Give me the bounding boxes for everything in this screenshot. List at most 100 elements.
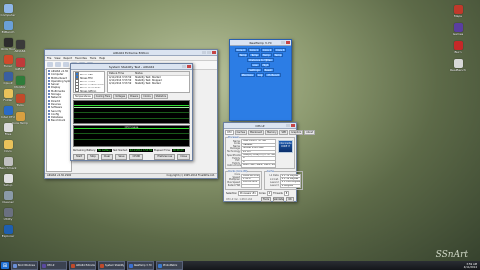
- cpuz-tab[interactable]: Memory: [265, 130, 279, 135]
- menu-item[interactable]: View: [54, 57, 60, 60]
- taskbar-item[interactable]: System Stability T: [98, 261, 125, 270]
- desktop-icon[interactable]: Cleaner: [0, 191, 16, 204]
- cpuz-tab[interactable]: CPU: [225, 130, 234, 135]
- menu-item[interactable]: Favorites: [75, 57, 87, 60]
- desktop-icon[interactable]: RealBench: [450, 59, 466, 72]
- stability-titlebar[interactable]: System Stability Test - AIDA64: [71, 64, 192, 70]
- app-icon: [15, 76, 25, 85]
- realtemp-cell[interactable]: Distance to TJMax: [247, 58, 274, 62]
- aida64-titlebar[interactable]: AIDA64 Extreme Edition: [45, 50, 217, 56]
- desktop-icon[interactable]: Burn: [450, 41, 466, 54]
- cpuz-version: CPU-Z Ver. 1.68.0.x64: [226, 197, 253, 201]
- stability-tab[interactable]: Clocks: [141, 94, 153, 99]
- taskbar-item[interactable]: Boot Windows: [11, 261, 38, 270]
- realtemp-cell[interactable]: Core 2: [261, 48, 274, 52]
- menu-item[interactable]: File: [47, 57, 51, 60]
- taskbar-item[interactable]: RealTemp 3.70: [127, 261, 154, 270]
- checkbox[interactable]: [75, 88, 79, 92]
- realtemp-cell[interactable]: Core 1: [247, 48, 260, 52]
- taskbar-item[interactable]: PhotoMatrix: [156, 261, 183, 270]
- stability-tab[interactable]: Statistics: [153, 94, 169, 99]
- stability-tab[interactable]: Voltages: [113, 94, 128, 99]
- menu-item[interactable]: Report: [64, 57, 73, 60]
- up-icon[interactable]: [63, 62, 69, 67]
- realtemp-close-button[interactable]: [286, 41, 290, 44]
- realtemp-minimize-button[interactable]: [281, 41, 285, 44]
- realtemp-cell[interactable]: Reset: [262, 68, 274, 72]
- cpuz-validate-button[interactable]: Validate: [273, 196, 284, 202]
- realtemp-row: Temp Temp Temp Temp: [232, 53, 289, 57]
- realtemp-cell[interactable]: Minimize: [239, 73, 255, 77]
- realtemp-cell[interactable]: Core 0: [234, 48, 247, 52]
- cpuz-tab[interactable]: Graphics: [289, 130, 304, 135]
- desktop-icon[interactable]: GPU-Z: [12, 58, 28, 71]
- cpuz-close-button[interactable]: [291, 124, 295, 127]
- taskbar-tasks: Boot Windows CPU-Z AIDA64 Extreme System St…: [11, 261, 183, 270]
- cpuz-ok-button[interactable]: OK: [286, 196, 294, 202]
- desktop-icon[interactable]: Setup: [0, 174, 16, 187]
- desktop-icon[interactable]: Docs: [0, 140, 16, 153]
- cpuz-minimize-button[interactable]: [286, 124, 290, 127]
- stress-option[interactable]: Stress GPU(s): [74, 88, 104, 92]
- selection-dropdown[interactable]: Processor #1: [238, 190, 258, 196]
- minimize-button[interactable]: [202, 51, 206, 54]
- system-tray-clock[interactable]: 3:59 AM 4/11/2014: [464, 263, 480, 269]
- realtemp-cell[interactable]: Core 3: [274, 48, 287, 52]
- start-button[interactable]: ⊞: [1, 262, 9, 269]
- stability-button[interactable]: Preferences: [154, 154, 176, 160]
- back-icon[interactable]: [47, 62, 53, 67]
- cpuz-tab[interactable]: Mainboard: [248, 130, 265, 135]
- desktop-icon[interactable]: Games: [450, 23, 466, 36]
- realtemp-row: Minimize Log XS Bench: [232, 73, 289, 77]
- cpuz-field-label: Rated FSB: [227, 184, 240, 188]
- stability-button[interactable]: Clear: [100, 154, 114, 160]
- menu-item[interactable]: Help: [99, 57, 105, 60]
- stability-buttons: Start Stop Clear Save CPUID Preferences Close: [71, 153, 192, 161]
- forward-icon[interactable]: [55, 62, 61, 67]
- taskbar-item[interactable]: CPU-Z: [40, 261, 67, 270]
- cpuz-tools-button[interactable]: Tools: [261, 196, 271, 202]
- taskbar-item[interactable]: AIDA64 Extreme: [69, 261, 96, 270]
- stability-button[interactable]: CPUID: [129, 154, 144, 160]
- stability-button[interactable]: Close: [177, 154, 190, 160]
- cpuz-titlebar[interactable]: CPU-Z: [224, 123, 296, 129]
- cpuz-tab[interactable]: Caches: [234, 130, 248, 135]
- realtemp-cell[interactable]: Temp: [249, 53, 260, 57]
- stability-button[interactable]: Start: [73, 154, 86, 160]
- maximize-button[interactable]: [207, 51, 211, 54]
- desktop-icon[interactable]: Computer: [0, 4, 16, 17]
- stability-tab[interactable]: Cooling Fans: [93, 94, 113, 99]
- cpuz-tab[interactable]: About: [304, 130, 316, 135]
- desktop-icon[interactable]: Core Temp: [12, 112, 28, 125]
- stability-minimize-button[interactable]: [182, 65, 186, 68]
- desktop-icon[interactable]: Tools: [12, 94, 28, 107]
- realtemp-cell[interactable]: High: [260, 63, 271, 67]
- desktop-icon[interactable]: Maps: [450, 5, 466, 18]
- stability-tab[interactable]: Temperatures: [73, 94, 93, 99]
- realtemp-cell[interactable]: Low: [250, 63, 260, 67]
- desktop-icon[interactable]: Explorer: [0, 225, 16, 238]
- stability-button[interactable]: Save: [115, 154, 128, 160]
- desktop-icon-label: Explorer: [1, 234, 15, 238]
- desktop-icon[interactable]: EzBench: [0, 21, 16, 34]
- desktop-icon[interactable]: AIDA64: [12, 40, 28, 53]
- realtemp-cell[interactable]: Temp: [272, 53, 284, 57]
- realtemp-cell[interactable]: Log: [255, 73, 265, 77]
- cpuz-field-value: [241, 183, 260, 189]
- desktop-icon[interactable]: Monitor: [12, 76, 28, 89]
- app-icon: [3, 174, 13, 183]
- desktop-icon[interactable]: Utility: [0, 208, 16, 221]
- stability-close-button[interactable]: [187, 65, 191, 68]
- battery-value: No battery: [96, 149, 112, 152]
- desktop-icon[interactable]: Benchmark: [0, 157, 17, 170]
- tree-item[interactable]: Benchmark: [48, 119, 70, 122]
- stability-button[interactable]: Stop: [87, 154, 99, 160]
- close-button[interactable]: [212, 51, 216, 54]
- realtemp-cell[interactable]: Temp: [261, 53, 272, 57]
- realtemp-cell[interactable]: Settings: [247, 68, 262, 72]
- stability-tab[interactable]: Powers: [128, 94, 141, 99]
- menu-item[interactable]: Tools: [90, 57, 96, 60]
- cpuz-tab[interactable]: SPD: [279, 130, 289, 135]
- realtemp-cell[interactable]: Temp: [237, 53, 249, 57]
- realtemp-cell[interactable]: XS Bench: [265, 73, 282, 77]
